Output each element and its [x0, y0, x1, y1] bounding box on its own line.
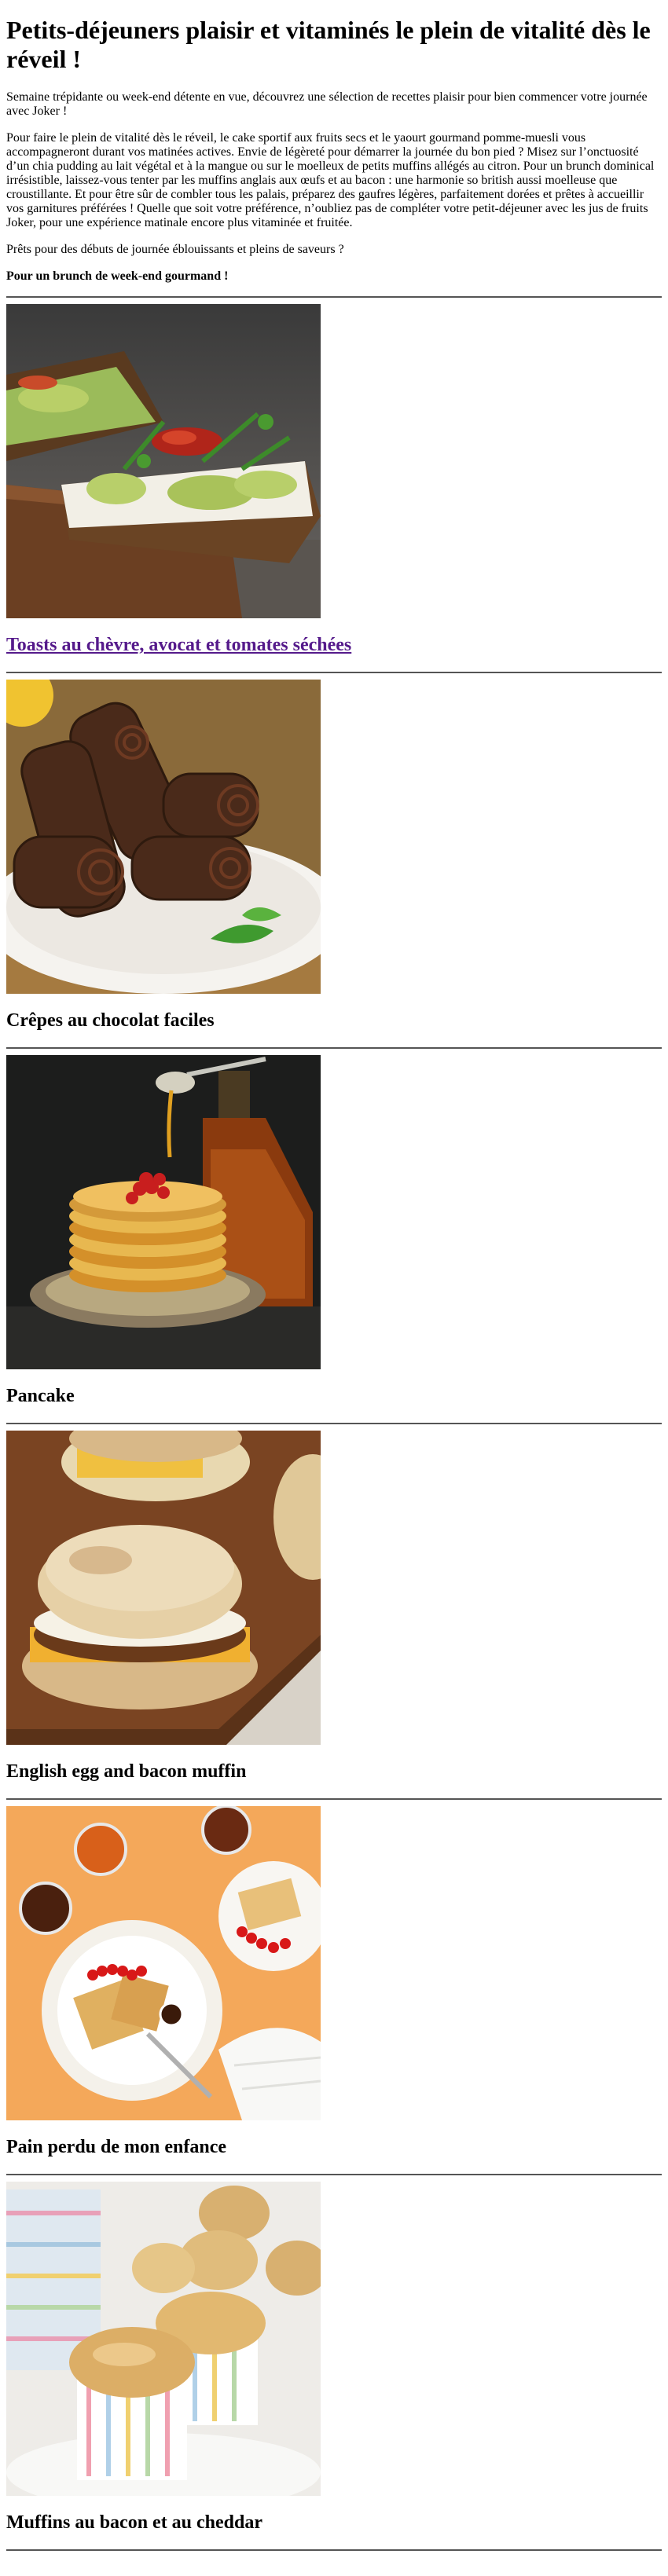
recipe-image[interactable] — [6, 1055, 321, 1369]
recipe-title: Pancake — [6, 1386, 75, 1406]
recipe-image[interactable] — [6, 304, 321, 618]
recipe-image[interactable] — [6, 2182, 321, 2496]
divider — [6, 672, 662, 673]
divider — [6, 1423, 662, 1424]
recipe-link[interactable]: Toasts au chèvre, avocat et tomates séch… — [6, 635, 351, 655]
recipe-title: Crêpes au chocolat faciles — [6, 1010, 215, 1031]
intro-paragraph-1: Semaine trépidante ou week-end détente e… — [6, 90, 648, 118]
crepes-photo — [6, 680, 321, 994]
intro-paragraph-2: Pour faire le plein de vitalité dès le r… — [6, 131, 655, 229]
section-heading: Pour un brunch de week-end gourmand ! — [6, 269, 229, 283]
divider — [6, 2549, 662, 2551]
page-title: Petits-déjeuners plaisir et vitaminés le… — [6, 16, 651, 73]
page: Petits-déjeuners plaisir et vitaminés le… — [0, 0, 668, 2563]
divider — [6, 1798, 662, 1800]
recipe-image[interactable] — [6, 1806, 321, 2120]
divider — [6, 2174, 662, 2175]
recipe-title: Pain perdu de mon enfance — [6, 2137, 227, 2157]
recipe-title: Toasts au chèvre, avocat et tomates séch… — [6, 634, 662, 656]
recipe-card[interactable]: Pain perdu de mon enfance — [6, 1806, 662, 2158]
toast-photo — [6, 304, 321, 618]
pancake-photo — [6, 1055, 321, 1369]
divider — [6, 1047, 662, 1049]
recipe-card[interactable]: Muffins au bacon et au cheddar — [6, 2182, 662, 2534]
recipe-title: English egg and bacon muffin — [6, 1761, 247, 1782]
recipe-card[interactable]: English egg and bacon muffin — [6, 1431, 662, 1783]
recipe-image[interactable] — [6, 1431, 321, 1745]
recipe-image[interactable] — [6, 680, 321, 994]
recipe-card[interactable]: Toasts au chèvre, avocat et tomates séch… — [6, 304, 662, 656]
recipe-card[interactable]: Crêpes au chocolat faciles — [6, 680, 662, 1031]
muffin-sandwich-photo — [6, 1431, 321, 1745]
cheddar-muffins-photo — [6, 2182, 321, 2496]
divider — [6, 296, 662, 298]
recipe-card[interactable]: Pancake — [6, 1055, 662, 1407]
recipe-title: Muffins au bacon et au cheddar — [6, 2512, 263, 2533]
french-toast-photo — [6, 1806, 321, 2120]
intro-paragraph-3: Prêts pour des débuts de journée éblouis… — [6, 243, 344, 256]
